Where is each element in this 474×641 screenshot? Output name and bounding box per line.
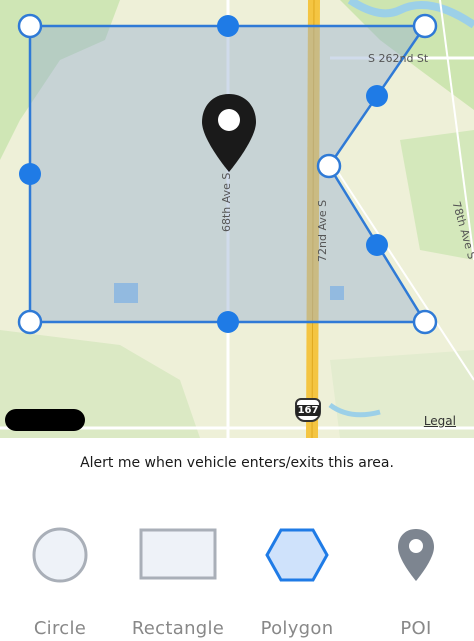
redacted-logo <box>5 409 85 431</box>
poi-pin-icon <box>398 529 434 581</box>
edge-midpoint-handle[interactable] <box>366 85 388 107</box>
street-label: 72nd Ave S <box>316 199 329 262</box>
map-canvas[interactable] <box>0 0 474 438</box>
edge-midpoint-handle[interactable] <box>217 15 239 37</box>
shape-option-poi[interactable]: POI <box>361 520 471 641</box>
map-view[interactable]: S 262nd St 68th Ave S 72nd Ave S 78th Av… <box>0 0 474 438</box>
polygon-icon <box>265 528 329 582</box>
rectangle-icon <box>139 528 217 580</box>
shape-option-label: Circle <box>33 618 87 639</box>
vertex-handle[interactable] <box>412 309 438 335</box>
street-label: S 262nd St <box>368 52 429 65</box>
edge-midpoint-handle[interactable] <box>217 311 239 333</box>
edge-midpoint-handle[interactable] <box>366 234 388 256</box>
highway-number: 167 <box>295 404 321 416</box>
shape-option-circle[interactable]: Circle <box>5 520 115 641</box>
shape-option-label: Rectangle <box>131 618 225 639</box>
shape-option-label: Polygon <box>260 618 334 639</box>
shape-option-polygon[interactable]: Polygon <box>242 520 352 641</box>
vertex-handle[interactable] <box>17 13 43 39</box>
shape-option-label: POI <box>400 618 432 639</box>
geofence-instruction: Alert me when vehicle enters/exits this … <box>80 455 394 471</box>
vertex-handle[interactable] <box>17 309 43 335</box>
edge-midpoint-handle[interactable] <box>19 163 41 185</box>
street-label: 68th Ave S <box>220 172 233 232</box>
highway-shield-icon: 167 <box>295 398 321 422</box>
shape-option-rectangle[interactable]: Rectangle <box>123 520 233 641</box>
vertex-handle[interactable] <box>316 153 342 179</box>
circle-icon <box>32 527 88 583</box>
vertex-handle[interactable] <box>412 13 438 39</box>
legal-link[interactable]: Legal <box>424 414 456 428</box>
